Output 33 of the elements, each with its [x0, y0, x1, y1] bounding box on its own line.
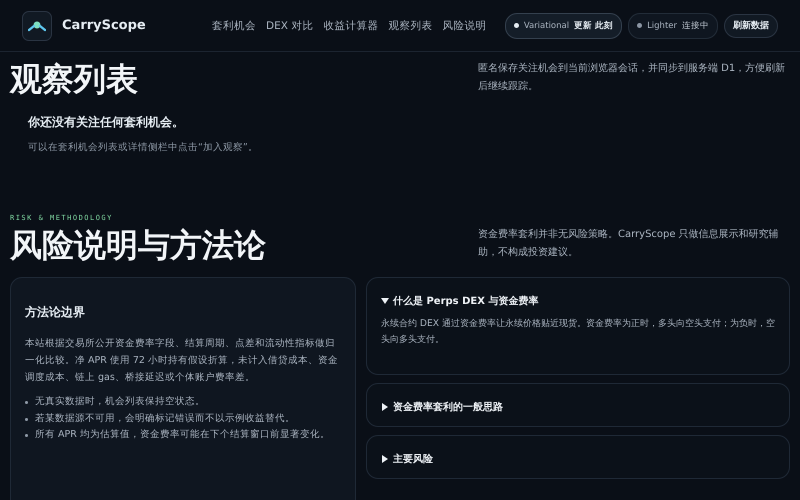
source-name: Variational	[524, 20, 570, 30]
caret-icon	[381, 296, 389, 305]
source-name: Lighter	[647, 20, 677, 30]
section-title: 风险说明与方法论	[10, 226, 266, 265]
section-description: 匿名保存关注机会到当前浏览器会话，并同步到服务端 D1，方便刷新后继续跟踪。	[478, 62, 786, 94]
caret-icon	[381, 454, 389, 463]
bullet-item: 若某数据源不可用，会明确标记错误而不以示例收益替代。	[35, 412, 295, 426]
bullet-item: 无真实数据时，机会列表保持空状态。	[35, 395, 205, 410]
brand-name: CarryScope	[62, 18, 147, 33]
bullet-dot	[25, 434, 28, 438]
empty-title: 你还没有关注任何套利机会。	[28, 114, 185, 132]
logo-icon	[22, 10, 52, 40]
source-status: 更新 此刻	[574, 20, 614, 32]
accordion-toggle[interactable]: 什么是 Perps DEX 与资金费率	[381, 294, 538, 308]
card-text: 本站根据交易所公开资金费率字段、结算周期、点差和流动性指标做归一化比较。净 APR 使用 72 小时持有假设折算，未计入借贷成本、资金调度成本、链上 gas、桥接延迟或个体账户费率差。	[25, 336, 339, 385]
card-title: 方法论边界	[25, 304, 86, 321]
bullet-item: 所有 APR 均为估算值，资金费率可能在下个结算窗口前显著变化。	[35, 428, 330, 442]
nav-link[interactable]: 收益计算器	[323, 18, 378, 32]
bullet-dot	[25, 400, 28, 404]
accordion-toggle[interactable]: 资金费率套利的一般思路	[381, 400, 503, 414]
empty-hint: 可以在套利机会列表或详情侧栏中点击“加入观察”。	[28, 141, 259, 154]
bullet-dot	[25, 418, 28, 420]
accordion-toggle[interactable]: 主要风险	[381, 452, 433, 466]
nav-link[interactable]: 风险说明	[442, 18, 486, 32]
section-description: 资金费率套利并非无风险策略。CarryScope 只做信息展示和研究辅助，不构成投资建议。	[478, 228, 780, 260]
source-status: 连接中	[682, 20, 709, 32]
nav-link[interactable]: DEX 对比	[266, 18, 314, 32]
nav-link[interactable]: 套利机会	[212, 18, 256, 32]
caret-icon	[381, 402, 389, 411]
refresh-button[interactable]: 刷新数据	[724, 14, 778, 38]
page-title: 观察列表	[10, 60, 138, 98]
nav-link[interactable]: 观察列表	[388, 18, 432, 32]
accordion-text: 永续合约 DEX 通过资金费率让永续价格贴近现货。资金费率为正时，多头向空头支付；为负时，空头向多头支付。	[381, 316, 775, 348]
